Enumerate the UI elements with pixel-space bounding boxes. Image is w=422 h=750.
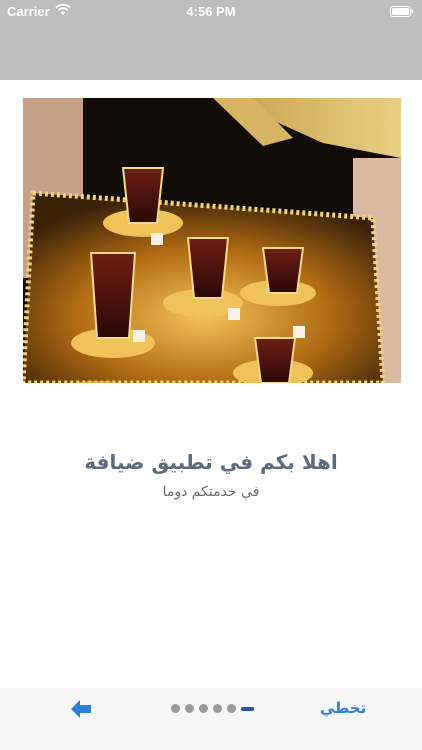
skip-button[interactable]: تخطي [320,699,366,717]
page-dot[interactable] [185,704,194,713]
navigation-bar [0,22,422,80]
welcome-title: اهلا بكم في تطبيق ضيافة [84,450,338,474]
battery-icon [390,5,414,20]
page-dot[interactable] [213,704,222,713]
tea-service-image [23,98,401,383]
welcome-subtitle: في خدمتكم دوما [162,484,260,500]
page-indicator [171,704,254,713]
page-dot[interactable] [171,704,180,713]
arrow-left-icon[interactable] [71,700,93,718]
onboarding-bottom-bar: تخطي [0,688,422,750]
page-dot-active[interactable] [241,706,254,711]
status-bar: Carrier 4:56 PM [0,0,422,22]
page-dot[interactable] [199,704,208,713]
page-dot[interactable] [227,704,236,713]
status-time: 4:56 PM [186,4,236,19]
